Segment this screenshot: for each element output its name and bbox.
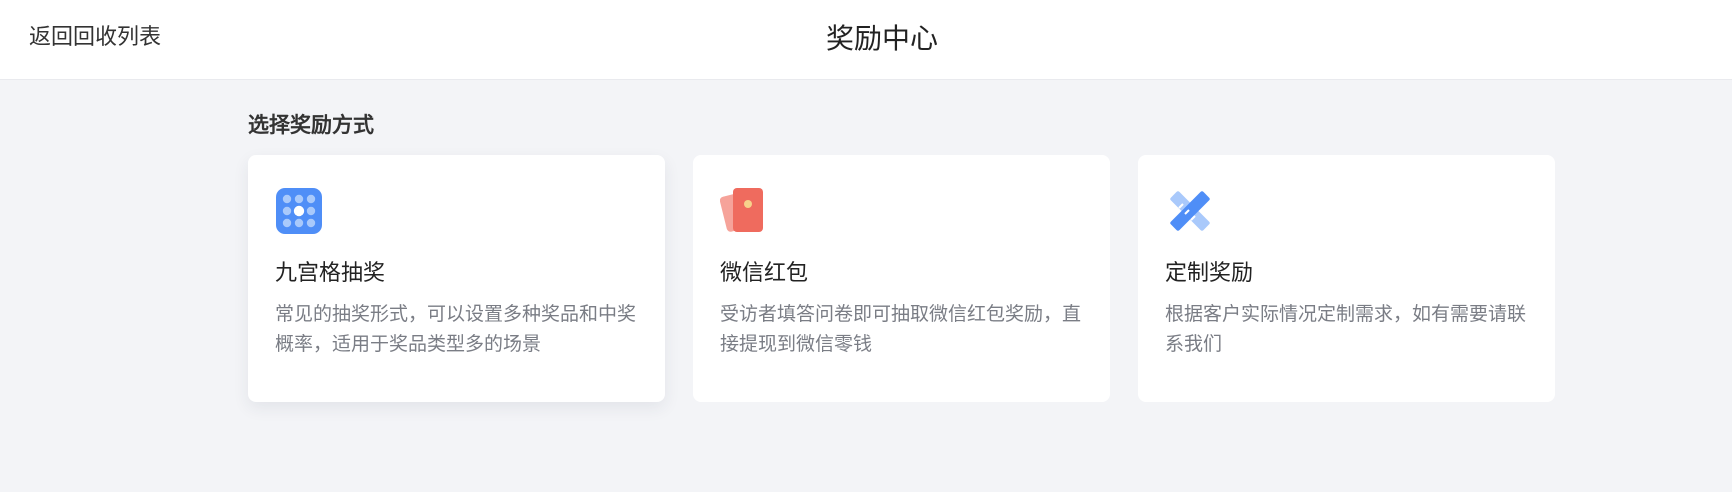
red-envelope-icon bbox=[720, 188, 763, 232]
page-title: 奖励中心 bbox=[825, 22, 938, 55]
card-custom-reward[interactable]: 定制奖励 根据客户实际情况定制需求，如有需要请联系我们 bbox=[1138, 155, 1555, 402]
card-grid-lottery[interactable]: 九宫格抽奖 常见的抽奖形式，可以设置多种奖品和中奖概率，适用于奖品类型多的场景 bbox=[248, 155, 665, 402]
card-description: 常见的抽奖形式，可以设置多种奖品和中奖概率，适用于奖品类型多的场景 bbox=[275, 303, 637, 355]
card-title: 九宫格抽奖 bbox=[275, 261, 386, 286]
card-description: 根据客户实际情况定制需求，如有需要请联系我们 bbox=[1165, 303, 1527, 355]
section-title: 选择奖励方式 bbox=[248, 113, 374, 137]
grid-lottery-icon bbox=[276, 188, 322, 234]
reward-method-cards: 九宫格抽奖 常见的抽奖形式，可以设置多种奖品和中奖概率，适用于奖品类型多的场景 … bbox=[248, 155, 1556, 403]
top-bar: 返回回收列表 奖励中心 bbox=[0, 0, 1732, 80]
card-title: 定制奖励 bbox=[1165, 261, 1254, 286]
card-description: 受访者填答问卷即可抽取微信红包奖励，直接提现到微信零钱 bbox=[720, 303, 1082, 355]
card-title: 微信红包 bbox=[720, 261, 809, 286]
card-wechat-red-envelope[interactable]: 微信红包 受访者填答问卷即可抽取微信红包奖励，直接提现到微信零钱 bbox=[693, 155, 1110, 402]
ruler-pencil-icon bbox=[1170, 191, 1210, 231]
